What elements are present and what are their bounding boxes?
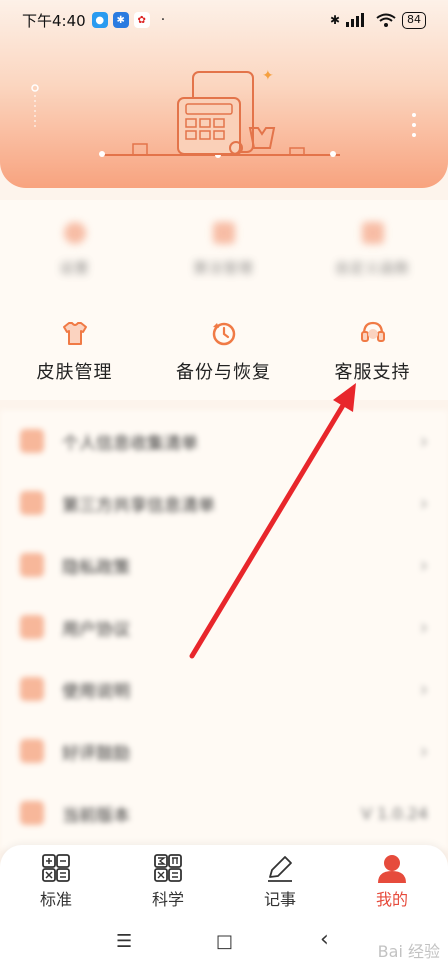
status-bar: 下午4:40 ● ✱ ✿ · ✱ 84 <box>0 0 448 40</box>
tab-label: 标准 <box>39 890 72 909</box>
chevron-right-icon: › <box>420 615 428 639</box>
list-item[interactable]: 隐私政策 › <box>0 534 448 596</box>
manual-icon <box>20 677 44 701</box>
grid-item-label: 客服支持 <box>334 362 411 383</box>
wifi-icon <box>376 13 396 27</box>
system-nav-bar: ☰ □ ‹ Bai 经验 <box>0 917 448 970</box>
chevron-right-icon: › <box>420 429 428 453</box>
chevron-right-icon: › <box>420 739 428 763</box>
chevron-right-icon: › <box>420 677 428 701</box>
backup-icon <box>212 322 235 346</box>
list-item-label: 用户协议 <box>62 619 130 640</box>
watermark: Bai 经验 <box>377 942 440 961</box>
list-item[interactable]: 个人信息收集清单 › <box>0 410 448 472</box>
list-item[interactable]: 好评鼓励 › <box>0 720 448 782</box>
list-item-label: 第三方共享信息清单 <box>62 495 215 516</box>
headset-icon <box>360 321 385 342</box>
tab-standard[interactable]: 标准 <box>0 853 112 913</box>
chevron-right-icon: › <box>420 491 428 515</box>
list-item: 当前版本 V 1.0.24 <box>0 782 448 844</box>
version-value: V 1.0.24 <box>361 803 428 823</box>
grid-item-label: 备份与恢复 <box>176 362 271 383</box>
grid-item-custom-function[interactable]: 自定义函数 <box>298 200 447 300</box>
chat-app-icon: ● <box>91 12 108 28</box>
grid-item-label: 自定义函数 <box>335 261 410 277</box>
settings-icon <box>63 222 86 244</box>
battery-indicator: 84 <box>402 11 426 29</box>
list-item-label: 使用说明 <box>62 681 130 702</box>
standard-calculator-icon <box>42 854 70 882</box>
tab-label: 记事 <box>263 890 296 909</box>
personal-info-icon <box>20 429 44 453</box>
grid-item-settings[interactable]: 设置 <box>0 200 149 300</box>
bluetooth-icon: ✱ <box>329 13 340 27</box>
pencil-icon <box>268 856 292 882</box>
settings-list: 个人信息收集清单 › 第三方共享信息清单 › 隐私政策 › 用户协议 › 使用说… <box>0 410 448 850</box>
signal-icon <box>346 13 364 27</box>
grid-item-skin-manager[interactable]: 皮肤管理 <box>0 300 149 400</box>
list-item-label: 隐私政策 <box>62 557 130 578</box>
scientific-calculator-icon <box>154 854 182 882</box>
huawei-app-icon: ✿ <box>133 12 150 28</box>
list-item[interactable]: 用户协议 › <box>0 596 448 658</box>
grid-item-backup-restore[interactable]: 备份与恢复 <box>149 300 298 400</box>
grid-item-label: 算法管理 <box>193 261 254 277</box>
tab-label: 我的 <box>375 890 408 909</box>
rating-icon <box>20 739 44 763</box>
chevron-right-icon: › <box>420 553 428 577</box>
algorithm-icon <box>212 222 235 244</box>
shirt-icon <box>62 322 87 345</box>
tab-mine[interactable]: 我的 <box>336 853 448 913</box>
list-item-label: 当前版本 <box>62 805 130 826</box>
version-icon <box>20 801 44 825</box>
tab-notes[interactable]: 记事 <box>224 853 336 913</box>
bluetooth-app-icon: ✱ <box>112 12 129 28</box>
user-icon <box>378 855 406 883</box>
grid-item-label: 设置 <box>59 261 90 277</box>
more-notifications-dot: · <box>160 12 166 28</box>
bottom-nav: 标准 科学 记事 我的 <box>0 845 448 917</box>
list-item[interactable]: 使用说明 › <box>0 658 448 720</box>
function-grid: 设置 算法管理 自定义函数 皮肤管理 备份与恢复 客服支持 <box>0 200 448 400</box>
tab-scientific[interactable]: 科学 <box>112 853 224 913</box>
list-item[interactable]: 第三方共享信息清单 › <box>0 472 448 534</box>
function-icon <box>361 222 384 244</box>
status-time: 下午4:40 <box>22 11 86 30</box>
home-icon[interactable]: □ <box>216 931 233 952</box>
svg-text:✦: ✦ <box>262 68 274 84</box>
share-info-icon <box>20 491 44 515</box>
privacy-icon <box>20 553 44 577</box>
list-item-label: 好评鼓励 <box>62 743 130 764</box>
menu-icon[interactable]: ☰ <box>116 931 132 952</box>
grid-item-customer-support[interactable]: 客服支持 <box>298 300 447 400</box>
back-icon[interactable]: ‹ <box>320 927 329 952</box>
agreement-icon <box>20 615 44 639</box>
list-item-label: 个人信息收集清单 <box>62 433 198 454</box>
tab-label: 科学 <box>151 890 184 909</box>
grid-item-label: 皮肤管理 <box>36 362 113 383</box>
grid-item-algorithm[interactable]: 算法管理 <box>149 200 298 300</box>
